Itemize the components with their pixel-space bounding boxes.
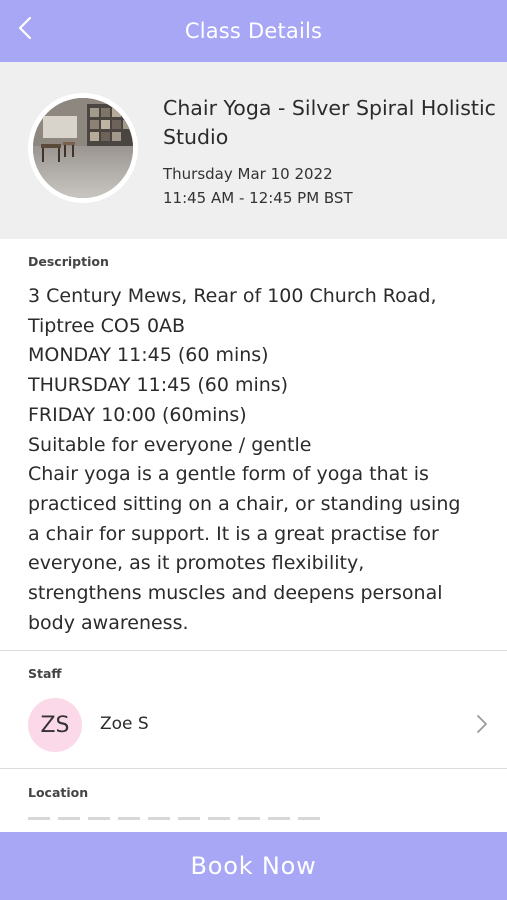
description-line: THURSDAY 11:45 (60 mins) — [28, 374, 289, 397]
avatar: ZS — [28, 698, 82, 752]
studio-photo — [28, 93, 138, 203]
description-line: MONDAY 11:45 (60 mins) — [28, 344, 269, 367]
class-time: 11:45 AM - 12:45 PM BST — [163, 189, 353, 207]
location-label: Location — [28, 785, 89, 800]
back-button[interactable] — [10, 12, 40, 44]
class-summary: Chair Yoga - Silver Spiral Holistic Stud… — [0, 62, 507, 239]
header-bar: Class Details — [0, 0, 507, 62]
staff-label: Staff — [28, 666, 62, 681]
staff-row[interactable]: ZS Zoe S — [0, 690, 507, 760]
divider — [0, 768, 507, 769]
class-name: Chair Yoga - Silver Spiral Holistic Stud… — [163, 94, 507, 152]
description-line: body awareness. — [28, 611, 189, 634]
description-line: practiced sitting on a chair, or standin… — [28, 492, 461, 515]
chevron-right-icon — [477, 715, 487, 733]
description-line: 3 Century Mews, Rear of 100 Church Road, — [28, 285, 437, 307]
divider — [0, 650, 507, 651]
description-label: Description — [28, 254, 109, 269]
class-name-line: Chair Yoga - Silver Spiral Holistic — [163, 96, 496, 120]
chevron-left-icon — [18, 16, 32, 40]
page-title: Class Details — [184, 19, 323, 43]
description-line: everyone, as it promotes flexibility, — [28, 552, 365, 575]
class-name-line: Studio — [163, 125, 229, 149]
description-line: Suitable for everyone / gentle — [28, 433, 312, 456]
description-line: Tiptree CO5 0AB — [28, 314, 186, 337]
location-text-clipped — [28, 814, 328, 820]
studio-photo-image — [33, 98, 133, 198]
book-now-button[interactable]: Book Now — [0, 832, 507, 900]
description-line: Chair yoga is a gentle form of yoga that… — [28, 463, 429, 486]
staff-name: Zoe S — [100, 714, 149, 734]
class-date: Thursday Mar 10 2022 — [163, 165, 333, 183]
description-line: strengthens muscles and deepens personal — [28, 582, 443, 605]
description-line: FRIDAY 10:00 (60mins) — [28, 403, 247, 426]
description-line: a chair for support. It is a great pract… — [28, 522, 439, 545]
description-text: 3 Century Mews, Rear of 100 Church Road,… — [28, 282, 498, 638]
class-details-screen: Class Details Chair Yoga - Silver Spiral… — [0, 0, 507, 900]
